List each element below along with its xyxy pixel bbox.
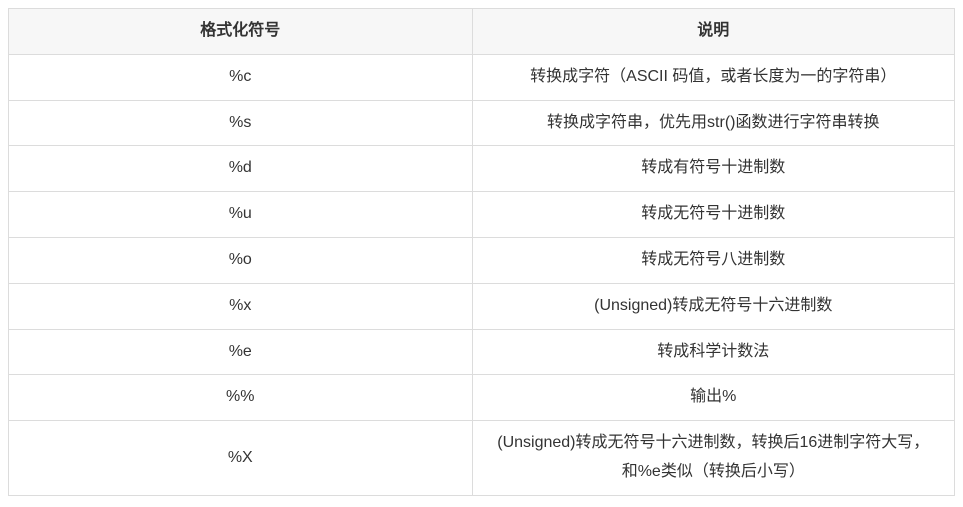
table-row: %o 转成无符号八进制数 xyxy=(9,237,955,283)
cell-symbol: %X xyxy=(9,421,473,496)
table-row: %X (Unsigned)转成无符号十六进制数，转换后16进制字符大写，和%e类… xyxy=(9,421,955,496)
cell-symbol: %u xyxy=(9,192,473,238)
cell-desc: 转成科学计数法 xyxy=(472,329,954,375)
table-row: %u 转成无符号十进制数 xyxy=(9,192,955,238)
cell-desc: 转换成字符串，优先用str()函数进行字符串转换 xyxy=(472,100,954,146)
cell-desc: 输出% xyxy=(472,375,954,421)
header-desc: 说明 xyxy=(472,9,954,55)
cell-symbol: %c xyxy=(9,54,473,100)
table-row: %s 转换成字符串，优先用str()函数进行字符串转换 xyxy=(9,100,955,146)
table-row: %x (Unsigned)转成无符号十六进制数 xyxy=(9,283,955,329)
table-row: %% 输出% xyxy=(9,375,955,421)
cell-desc: 转换成字符（ASCII 码值，或者长度为一的字符串） xyxy=(472,54,954,100)
cell-desc: 转成无符号八进制数 xyxy=(472,237,954,283)
cell-symbol: %e xyxy=(9,329,473,375)
cell-symbol: %s xyxy=(9,100,473,146)
header-symbol: 格式化符号 xyxy=(9,9,473,55)
cell-symbol: %d xyxy=(9,146,473,192)
table-row: %d 转成有符号十进制数 xyxy=(9,146,955,192)
cell-desc: 转成无符号十进制数 xyxy=(472,192,954,238)
cell-desc: (Unsigned)转成无符号十六进制数，转换后16进制字符大写，和%e类似（转… xyxy=(472,421,954,496)
table-row: %e 转成科学计数法 xyxy=(9,329,955,375)
table-header-row: 格式化符号 说明 xyxy=(9,9,955,55)
cell-symbol: %% xyxy=(9,375,473,421)
cell-symbol: %x xyxy=(9,283,473,329)
cell-symbol: %o xyxy=(9,237,473,283)
format-specifier-table: 格式化符号 说明 %c 转换成字符（ASCII 码值，或者长度为一的字符串） %… xyxy=(8,8,955,496)
cell-desc: (Unsigned)转成无符号十六进制数 xyxy=(472,283,954,329)
cell-desc: 转成有符号十进制数 xyxy=(472,146,954,192)
table-row: %c 转换成字符（ASCII 码值，或者长度为一的字符串） xyxy=(9,54,955,100)
